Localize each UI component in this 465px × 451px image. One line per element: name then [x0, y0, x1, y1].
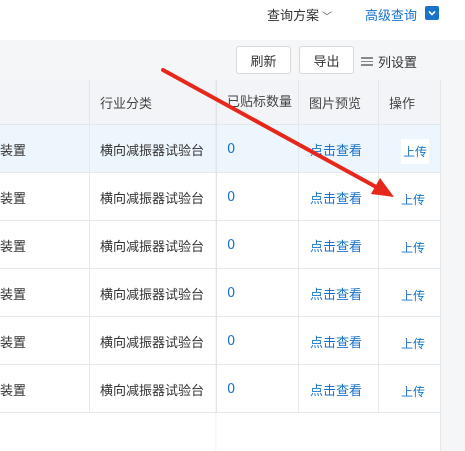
device-cell: 装置 [0, 173, 90, 221]
industry-cell: 横向减振器试验台 [90, 317, 217, 365]
upload-link[interactable]: 上传 [379, 125, 440, 173]
advanced-query-link[interactable]: 高级查询 [365, 5, 417, 24]
count-cell: 0 [217, 221, 299, 269]
export-button[interactable]: 导出 [299, 46, 354, 74]
header-preview: 图片预览 [299, 80, 379, 125]
upload-link[interactable]: 上传 [379, 221, 440, 269]
header-count: 已贴标数量 [217, 80, 299, 125]
table-row[interactable]: 装置 横向减振器试验台 0 点击查看 上传 [0, 269, 440, 317]
upload-link[interactable]: 上传 [379, 269, 440, 317]
chevron-down-icon: ﹀ [322, 12, 333, 23]
frozen-column-shadow [215, 80, 218, 451]
industry-cell: 横向减振器试验台 [90, 269, 217, 317]
header-ops: 操作 [389, 97, 416, 112]
industry-cell: 横向减振器试验台 [90, 173, 217, 221]
upload-label: 上传 [401, 139, 430, 164]
industry-cell: 横向减振器试验台 [90, 125, 217, 173]
device-cell: 装置 [0, 125, 90, 173]
table-row[interactable]: 装置 横向减振器试验台 0 点击查看 上传 [0, 125, 440, 173]
column-settings-label: 列设置 [378, 56, 418, 71]
list-icon [361, 57, 373, 66]
upload-link[interactable]: 上传 [379, 317, 440, 365]
device-cell: 装置 [0, 365, 90, 413]
query-scheme-dropdown[interactable]: 查询方案 ﹀ [267, 5, 332, 24]
table-row[interactable]: 装置 横向减振器试验台 0 点击查看 上传 [0, 317, 440, 365]
column-settings-button[interactable]: 列设置 [361, 52, 417, 71]
count-cell: 0 [217, 173, 299, 221]
table-header: 行业分类 已贴标数量 图片预览 操作 [0, 80, 440, 125]
upload-label: 上传 [401, 337, 426, 351]
header-device [0, 80, 90, 125]
device-cell: 装置 [0, 221, 90, 269]
upload-label: 上传 [401, 289, 426, 303]
count-cell: 0 [217, 125, 299, 173]
device-cell: 装置 [0, 269, 90, 317]
industry-cell: 横向减振器试验台 [90, 221, 217, 269]
refresh-button[interactable]: 刷新 [236, 46, 291, 74]
upload-link[interactable]: 上传 [379, 173, 440, 221]
toolbar: 刷新 导出 列设置 [0, 40, 465, 80]
count-cell: 0 [217, 317, 299, 365]
view-image-link[interactable]: 点击查看 [299, 317, 379, 365]
view-image-link[interactable]: 点击查看 [299, 173, 379, 221]
view-image-link[interactable]: 点击查看 [299, 221, 379, 269]
upload-label: 上传 [401, 385, 426, 399]
view-image-link[interactable]: 点击查看 [299, 365, 379, 413]
table-row[interactable]: 装置 横向减振器试验台 0 点击查看 上传 [0, 221, 440, 269]
view-image-link[interactable]: 点击查看 [299, 269, 379, 317]
device-cell: 装置 [0, 317, 90, 365]
chevron-down-icon[interactable] [425, 6, 439, 20]
header-industry: 行业分类 [90, 80, 217, 125]
upload-label: 上传 [401, 241, 426, 255]
count-cell: 0 [217, 365, 299, 413]
industry-cell: 横向减振器试验台 [90, 365, 217, 413]
table-row[interactable]: 装置 横向减振器试验台 0 点击查看 上传 [0, 173, 440, 221]
table-row[interactable]: 装置 横向减振器试验台 0 点击查看 上传 [0, 365, 440, 413]
query-scheme-label: 查询方案 [267, 9, 320, 24]
view-image-link[interactable]: 点击查看 [299, 125, 379, 173]
table-scroll-gutter [440, 80, 465, 451]
count-cell: 0 [217, 269, 299, 317]
top-bar: 查询方案 ﹀ 高级查询 [0, 0, 465, 26]
upload-link[interactable]: 上传 [379, 365, 440, 413]
upload-label: 上传 [401, 193, 426, 207]
